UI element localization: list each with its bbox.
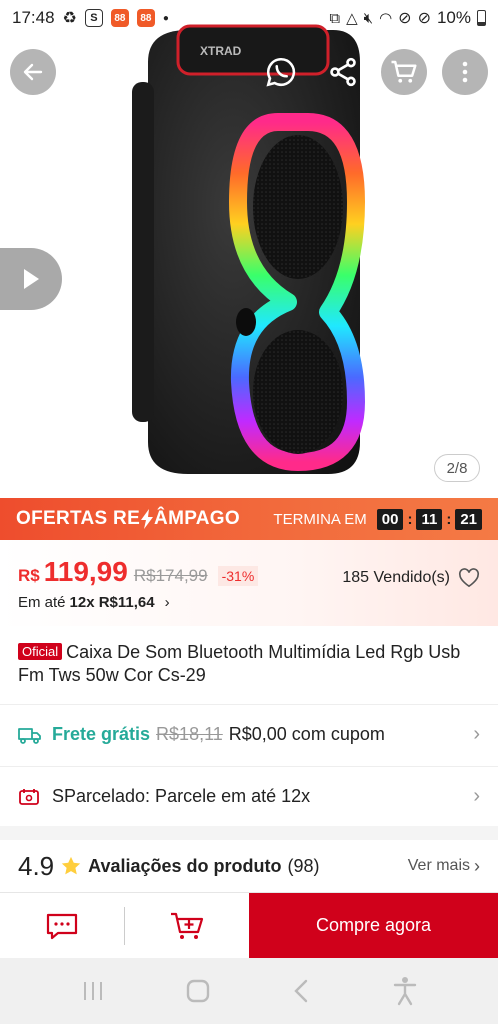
sparcelado-text: SParcelado: Parcele em até 12x (52, 786, 311, 806)
app-notification-icon-2: 88 (136, 9, 155, 27)
more-options-button[interactable] (442, 49, 488, 95)
shipping-old-price: R$18,11 (156, 724, 223, 744)
truck-icon (18, 727, 41, 744)
chevron-right-icon: › (164, 594, 170, 611)
chat-button[interactable] (0, 893, 124, 959)
section-divider (0, 826, 498, 840)
more-notifications-dot-icon: ● (162, 12, 169, 24)
flash-sale-banner[interactable]: OFERTAS RE ÂMPAGO TERMINA EM 00 : 11 : 2… (0, 498, 498, 540)
timer-hours: 00 (376, 508, 404, 530)
sync-icon: ♻ (62, 10, 77, 27)
installment-card-icon (19, 788, 39, 805)
flash-title-part1: OFERTAS RE (16, 508, 141, 529)
recycle-icon: △ (346, 10, 358, 27)
installment-value: 12x R$11,64 (69, 594, 155, 611)
installment-prefix: Em até (18, 594, 66, 611)
home-icon[interactable] (185, 978, 211, 1004)
sold-info: 185 Vendido(s) (342, 568, 480, 588)
share-icon (330, 57, 356, 87)
official-badge: Oficial (18, 643, 63, 660)
status-bar: 17:48 ♻ S 88 88 ● ⧉ △ 🔇︎ ◠ ⊘ ⊘ 10% (0, 0, 498, 36)
star-icon (61, 856, 81, 875)
dnd-icon: ⊘ (398, 10, 412, 27)
share-button[interactable] (320, 49, 366, 95)
chevron-right-icon: › (473, 785, 480, 807)
lightning-icon (141, 509, 154, 529)
play-video-button[interactable] (0, 248, 62, 310)
whatsapp-share-button[interactable] (258, 49, 304, 95)
chevron-right-icon: › (473, 723, 480, 745)
cast-icon: ⧉ (329, 9, 341, 27)
current-price: 119,99 (43, 556, 128, 587)
flash-sale-title: OFERTAS RE ÂMPAGO (16, 508, 240, 530)
original-price: R$174,99 (133, 566, 208, 585)
battery-level: 10% (436, 8, 471, 27)
add-to-cart-icon (171, 912, 204, 939)
price-section: R$ 119,99 R$174,99 -31% Em até 12x R$11,… (0, 540, 498, 626)
shipping-coupon-text: R$0,00 com cupom (228, 724, 385, 744)
more-vertical-icon (462, 61, 468, 83)
flash-ends-label: TERMINA EM (273, 510, 367, 528)
sparcelado-row[interactable]: SParcelado: Parcele em até 12x › (0, 766, 498, 826)
recent-apps-icon[interactable] (80, 980, 106, 1002)
see-more-link[interactable]: Ver mais › (408, 856, 480, 877)
chevron-right-icon: › (474, 855, 480, 876)
app-notification-icon: 88 (110, 9, 129, 27)
installment-info[interactable]: Em até 12x R$11,64 › (18, 594, 480, 611)
no-signal-icon: ⊘ (417, 10, 431, 27)
free-shipping-label: Frete grátis (52, 724, 151, 744)
cart-icon (391, 60, 417, 83)
play-icon (24, 269, 39, 289)
image-counter: 2/8 (434, 454, 480, 482)
buy-now-button[interactable]: Compre agora (249, 893, 498, 958)
accessibility-icon[interactable] (392, 976, 418, 1006)
product-image-carousel[interactable]: XTRAD 2/8 (0, 0, 498, 498)
discount-badge: -31% (217, 566, 259, 586)
battery-icon (477, 10, 486, 26)
sold-count: 185 Vendido(s) (342, 569, 450, 586)
rating-value: 4.9 (18, 850, 55, 881)
shopee-notification-icon: S (84, 9, 103, 27)
cart-button[interactable] (381, 49, 427, 95)
wifi-icon: ◠ (379, 10, 393, 27)
reviews-count: (98) (287, 855, 320, 876)
timer-separator: : (446, 510, 452, 528)
price-currency: R$ (18, 566, 40, 585)
heart-icon[interactable] (458, 568, 480, 588)
timer-separator: : (407, 510, 413, 528)
reviews-title: Avaliações do produto (88, 855, 282, 876)
flash-title-part2: ÂMPAGO (154, 508, 240, 529)
timer-seconds: 21 (455, 508, 482, 530)
chat-icon (46, 913, 78, 940)
mute-icon: 🔇︎ (363, 9, 374, 27)
shipping-row[interactable]: Frete grátis R$18,11 R$0,00 com cupom › (0, 704, 498, 764)
whatsapp-icon (266, 57, 296, 87)
reviews-header: 4.9 Avaliações do produto (98) Ver mais … (0, 840, 498, 892)
arrow-left-icon (23, 63, 43, 81)
product-title: Caixa De Som Bluetooth Multimídia Led Rg… (18, 642, 461, 685)
speaker-brand-label: XTRAD (200, 44, 242, 58)
bottom-action-bar: Compre agora (0, 892, 498, 958)
product-title-section: Oficial Caixa De Som Bluetooth Multimídia… (0, 626, 498, 704)
see-more-label: Ver mais (407, 857, 470, 874)
back-nav-icon[interactable] (291, 978, 313, 1004)
timer-minutes: 11 (416, 508, 443, 530)
add-to-cart-button[interactable] (125, 893, 249, 959)
status-time: 17:48 (12, 8, 55, 27)
system-nav-bar (0, 958, 498, 1024)
back-button[interactable] (10, 49, 56, 95)
